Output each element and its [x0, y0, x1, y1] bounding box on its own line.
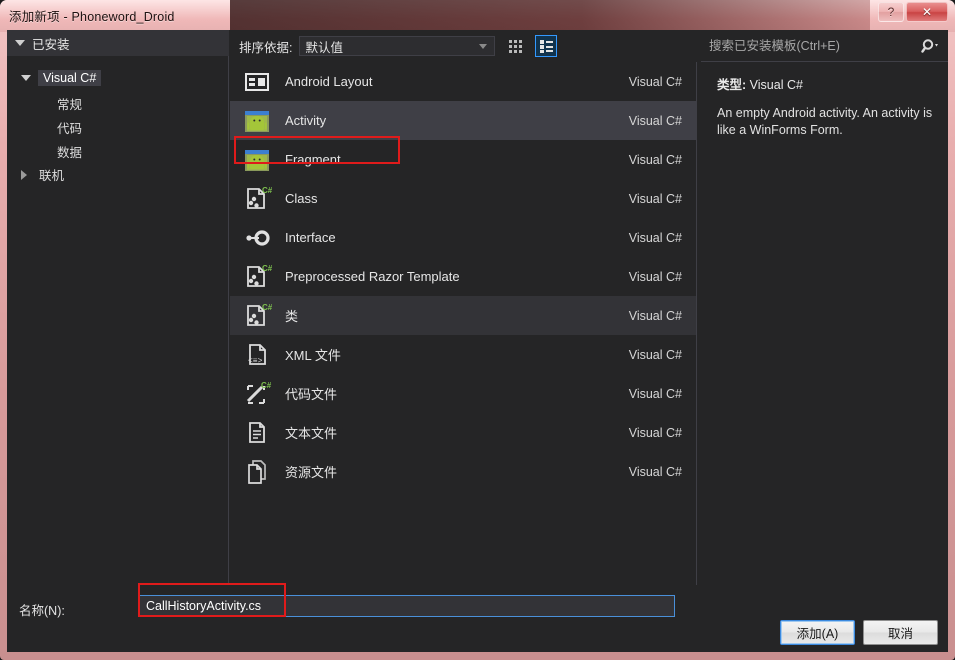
title-bar: 添加新项 - Phoneword_Droid ? ✕ — [0, 0, 955, 30]
template-type-label: 类型: — [717, 78, 747, 92]
tree-node-data[interactable]: 数据 — [52, 141, 87, 162]
svg-text:C#: C# — [262, 303, 272, 312]
add-button-label: 添加(A) — [796, 627, 839, 641]
grid-view-icon — [508, 39, 522, 53]
template-list[interactable]: Android Layout Visual C# Activity Visual… — [230, 62, 696, 585]
template-name: 文本文件 — [285, 426, 338, 441]
android-activity-icon — [242, 106, 272, 136]
list-view-button[interactable] — [535, 35, 558, 57]
name-input[interactable] — [139, 595, 675, 617]
template-name: 类 — [285, 309, 299, 324]
table-row[interactable]: <≡> XML 文件 Visual C# — [230, 335, 696, 374]
android-layout-icon — [242, 67, 272, 97]
table-row[interactable]: Fragment Visual C# — [230, 140, 696, 179]
table-row[interactable]: C# Preprocessed Razor Template Visual C# — [230, 257, 696, 296]
table-row[interactable]: 资源文件 Visual C# — [230, 452, 696, 491]
template-name: Preprocessed Razor Template — [285, 269, 460, 284]
svg-text:C#: C# — [261, 381, 272, 390]
template-name: 代码文件 — [285, 387, 338, 402]
template-language: Visual C# — [628, 230, 682, 245]
table-row[interactable]: C# 代码文件 Visual C# — [230, 374, 696, 413]
table-row[interactable]: 文本文件 Visual C# — [230, 413, 696, 452]
search-box[interactable] — [701, 30, 948, 62]
svg-text:<≡>: <≡> — [248, 357, 263, 366]
csharp-class-icon: C# — [242, 184, 273, 214]
table-row[interactable]: Activity Visual C# — [230, 101, 696, 140]
template-name: Interface — [285, 230, 336, 245]
add-button[interactable]: 添加(A) — [780, 620, 855, 645]
dialog-client-area: 已安装 Visual C# 常规 代码 数据 联机 排序依据: 默认值 Andr… — [7, 30, 948, 652]
template-language: Visual C# — [628, 113, 682, 128]
code-file-icon: C# — [242, 379, 272, 409]
tree-node-label: Visual C# — [38, 70, 102, 86]
expander-down-icon — [21, 75, 31, 81]
template-name: XML 文件 — [285, 348, 341, 363]
template-name: 资源文件 — [285, 465, 338, 480]
list-view-icon — [539, 39, 553, 53]
table-row[interactable]: Interface Visual C# — [230, 218, 696, 257]
dialog-button-row: 添加(A) 取消 — [7, 620, 948, 652]
text-file-icon — [242, 418, 272, 448]
sort-by-value: 默认值 — [305, 40, 343, 55]
csharp-class-icon: C# — [242, 301, 273, 331]
tree-node-label: 常规 — [57, 98, 83, 112]
template-language: Visual C# — [628, 191, 682, 206]
search-input[interactable] — [701, 38, 914, 53]
chevron-down-icon — [479, 43, 488, 49]
template-name: Fragment — [285, 152, 341, 167]
table-row[interactable]: C# Class Visual C# — [230, 179, 696, 218]
tree-node-label: 数据 — [57, 146, 83, 160]
template-language: Visual C# — [628, 425, 682, 440]
interface-icon — [242, 223, 272, 253]
svg-text:C#: C# — [262, 264, 272, 273]
tree-node-visual-csharp[interactable]: Visual C# — [21, 70, 102, 86]
name-field-label: 名称(N): — [19, 603, 65, 618]
tree-node-label: 代码 — [57, 122, 83, 136]
android-fragment-icon — [242, 145, 272, 175]
resource-file-icon — [242, 457, 272, 487]
list-toolbar: 排序依据: 默认值 — [230, 30, 696, 62]
window-title: 添加新项 - Phoneword_Droid — [9, 10, 175, 24]
template-language: Visual C# — [628, 386, 682, 401]
template-language: Visual C# — [628, 74, 682, 89]
search-icon[interactable] — [914, 31, 948, 61]
template-language: Visual C# — [628, 308, 682, 323]
installed-header[interactable]: 已安装 — [7, 30, 229, 56]
template-language: Visual C# — [628, 152, 682, 167]
cancel-button[interactable]: 取消 — [863, 620, 938, 645]
sort-by-label: 排序依据: — [239, 40, 293, 55]
template-name: Class — [285, 191, 318, 206]
grid-view-button[interactable] — [504, 35, 526, 57]
template-type-value: Visual C# — [749, 78, 803, 92]
csharp-class-icon: C# — [242, 262, 273, 292]
expander-right-icon — [21, 169, 27, 180]
template-description: An empty Android activity. An activity i… — [717, 106, 933, 137]
sort-by-dropdown[interactable]: 默认值 — [299, 36, 496, 56]
tree-node-online[interactable]: 联机 — [21, 164, 69, 185]
table-row[interactable]: Android Layout Visual C# — [230, 62, 696, 101]
template-language: Visual C# — [628, 269, 682, 284]
installed-tree-panel: 已安装 Visual C# 常规 代码 数据 联机 — [7, 30, 229, 585]
template-details-panel: 类型: Visual C# An empty Android activity.… — [701, 62, 948, 585]
template-language: Visual C# — [628, 347, 682, 362]
expander-down-icon — [15, 40, 25, 46]
template-type-line: 类型: Visual C# — [717, 74, 934, 93]
table-row[interactable]: C# 类 Visual C# — [230, 296, 696, 335]
cancel-button-label: 取消 — [887, 627, 913, 641]
template-name: Activity — [285, 113, 327, 128]
template-language: Visual C# — [628, 464, 682, 479]
tree-node-general[interactable]: 常规 — [52, 93, 87, 114]
tree-node-code[interactable]: 代码 — [52, 117, 87, 138]
close-button[interactable]: ✕ — [906, 2, 948, 22]
svg-text:C#: C# — [262, 186, 272, 195]
help-button[interactable]: ? — [878, 2, 904, 22]
dialog-window: 添加新项 - Phoneword_Droid ? ✕ 已安装 Visual C#… — [0, 0, 955, 660]
xml-file-icon: <≡> — [242, 340, 272, 370]
tree-node-label: 联机 — [39, 169, 65, 183]
installed-header-label: 已安装 — [32, 37, 70, 52]
template-name: Android Layout — [285, 74, 373, 89]
